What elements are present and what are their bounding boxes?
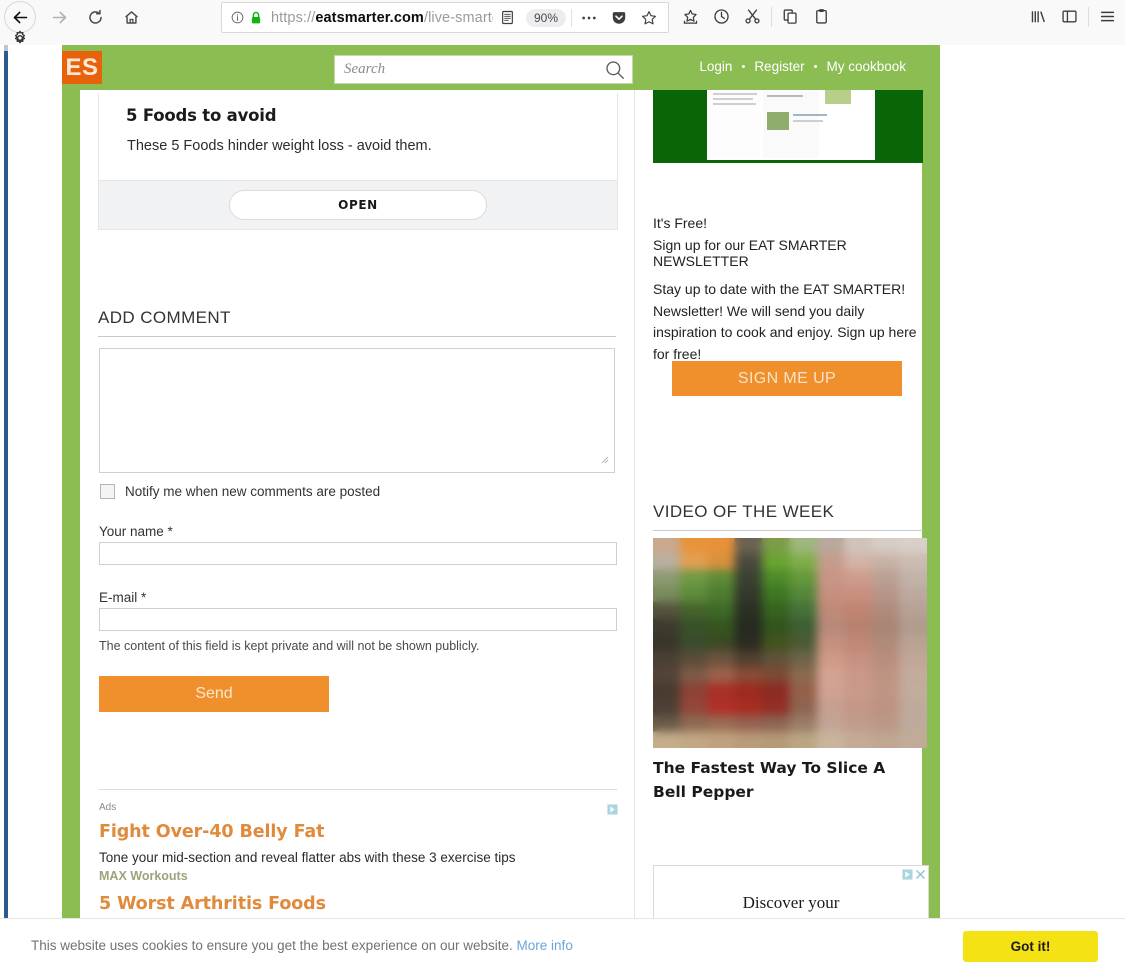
nav-separator: • (741, 60, 746, 73)
email-privacy-note: The content of this field is kept privat… (99, 639, 480, 653)
newsletter-banner-image[interactable] (653, 90, 923, 163)
page-info-icon[interactable] (231, 11, 244, 24)
search-input[interactable] (335, 56, 598, 83)
promo-title: 5 Foods to avoid (126, 106, 277, 125)
search-box[interactable] (334, 55, 633, 84)
promo-card-footer: OPEN (99, 180, 617, 229)
promo-card[interactable]: 5 Foods to avoid These 5 Foods hinder we… (98, 93, 618, 230)
ad-title[interactable]: Fight Over-40 Belly Fat (99, 822, 325, 842)
sidebar-icon[interactable] (1054, 2, 1085, 31)
back-arrow-icon[interactable] (4, 1, 36, 33)
pocket-icon[interactable] (604, 4, 634, 32)
newsletter-preview-panel (709, 90, 761, 158)
site-logo[interactable]: ES (62, 51, 102, 84)
divider (771, 6, 772, 27)
nav-login[interactable]: Login (699, 59, 732, 74)
sidebar-column: It's Free! Sign up for our EAT SMARTER N… (635, 90, 929, 967)
site-header: ES Login • Register • My cookbook (62, 45, 940, 90)
home-icon[interactable] (113, 0, 149, 34)
email-input[interactable] (99, 608, 617, 631)
video-title[interactable]: The Fastest Way To Slice A Bell Pepper (653, 756, 917, 804)
reader-mode-icon[interactable] (493, 4, 523, 32)
url-text: https://eatsmarter.com/live-smarter/ever… (271, 9, 493, 26)
newsletter-preview-thumb (767, 112, 789, 130)
cookie-more-info-link[interactable]: More info (517, 938, 573, 953)
screenshot-star-icon[interactable] (675, 2, 706, 31)
main-column: 5 Foods to avoid These 5 Foods hinder we… (80, 90, 634, 959)
clipboard-icon[interactable] (806, 2, 837, 31)
page-actions-ellipsis-icon[interactable] (574, 4, 604, 32)
search-icon[interactable] (598, 59, 632, 81)
newsletter-preview-thumb (825, 90, 851, 104)
video-thumbnail[interactable] (653, 538, 927, 748)
nav-register[interactable]: Register (754, 59, 804, 74)
video-thumbnail-image (653, 538, 927, 748)
sidebar-ad-line1: Discover your (742, 893, 840, 912)
name-field-label: Your name * (99, 524, 173, 539)
newsletter-preview-text (767, 95, 803, 97)
site-frame: ES Login • Register • My cookbook (62, 45, 940, 967)
library-icon[interactable] (1023, 2, 1054, 31)
notify-checkbox[interactable] (100, 484, 115, 499)
header-nav: Login • Register • My cookbook (699, 59, 906, 74)
email-field-label: E-mail * (99, 590, 147, 605)
zoom-level-badge[interactable]: 90% (525, 8, 566, 27)
window-left-border (4, 45, 8, 918)
padlock-icon (250, 11, 262, 25)
add-comment-heading: ADD COMMENT (98, 308, 616, 337)
newsletter-signup-line: Sign up for our EAT SMARTER NEWSLETTER (653, 237, 847, 269)
video-of-the-week-heading: VIDEO OF THE WEEK (653, 502, 923, 531)
reload-icon[interactable] (77, 0, 113, 34)
cookie-message: This website uses cookies to ensure you … (31, 938, 513, 953)
ad-description: Tone your mid-section and reveal flatter… (99, 850, 516, 865)
copy-icon[interactable] (775, 2, 806, 31)
newsletter-body: Stay up to date with the EAT SMARTER! Ne… (653, 281, 917, 362)
sidebar-ad-badges (902, 867, 926, 885)
textarea-resize-handle[interactable] (600, 455, 610, 465)
nav-separator: • (813, 60, 818, 73)
browser-chrome: https://eatsmarter.com/live-smarter/ever… (0, 0, 1125, 46)
divider (1088, 6, 1089, 27)
forward-arrow-icon[interactable] (41, 0, 77, 34)
newsletter-preview-text (793, 120, 823, 122)
toolbar-icons-left (675, 2, 837, 31)
newsletter-free-line: It's Free! (653, 215, 708, 231)
ad-source[interactable]: MAX Workouts (99, 869, 188, 883)
cookie-consent-bar: This website uses cookies to ensure you … (0, 918, 1125, 973)
scissors-icon[interactable] (737, 2, 768, 31)
promo-open-button[interactable]: OPEN (229, 190, 487, 220)
content-canvas: 5 Foods to avoid These 5 Foods hinder we… (80, 90, 929, 967)
ads-label: Ads (99, 802, 117, 813)
ad-choices-icon[interactable] (607, 802, 618, 815)
secondary-toolbar (0, 30, 1125, 45)
page-viewport: ES Login • Register • My cookbook (0, 45, 1125, 973)
ad-title[interactable]: 5 Worst Arthritis Foods (99, 894, 326, 914)
window-left-border-cap (4, 45, 8, 51)
history-clock-icon[interactable] (706, 2, 737, 31)
newsletter-preview-text (713, 93, 757, 95)
url-bar-actions: 90% (493, 4, 668, 32)
hamburger-menu-icon[interactable] (1092, 2, 1123, 31)
promo-subtitle: These 5 Foods hinder weight loss - avoid… (127, 138, 432, 154)
close-icon[interactable] (915, 867, 926, 885)
newsletter-preview-text (713, 103, 756, 105)
notify-row[interactable]: Notify me when new comments are posted (100, 484, 380, 499)
ads-divider (99, 789, 617, 790)
divider (571, 8, 572, 27)
notify-label: Notify me when new comments are posted (125, 484, 381, 499)
bookmark-star-icon[interactable] (634, 4, 664, 32)
ad-choices-icon[interactable] (902, 867, 913, 885)
newsletter-preview-text (713, 98, 753, 100)
sign-me-up-button[interactable]: SIGN ME UP (672, 361, 902, 396)
toolbar-icons-right (1023, 2, 1123, 31)
url-bar[interactable]: https://eatsmarter.com/live-smarter/ever… (221, 2, 669, 33)
newsletter-preview-text (793, 114, 827, 116)
cookie-accept-button[interactable]: Got it! (963, 931, 1098, 962)
send-button[interactable]: Send (99, 676, 329, 712)
nav-my-cookbook[interactable]: My cookbook (826, 59, 906, 74)
cookie-text: This website uses cookies to ensure you … (31, 938, 573, 953)
comment-textarea[interactable] (99, 348, 615, 473)
navigation-buttons (4, 0, 149, 34)
name-input[interactable] (99, 542, 617, 565)
